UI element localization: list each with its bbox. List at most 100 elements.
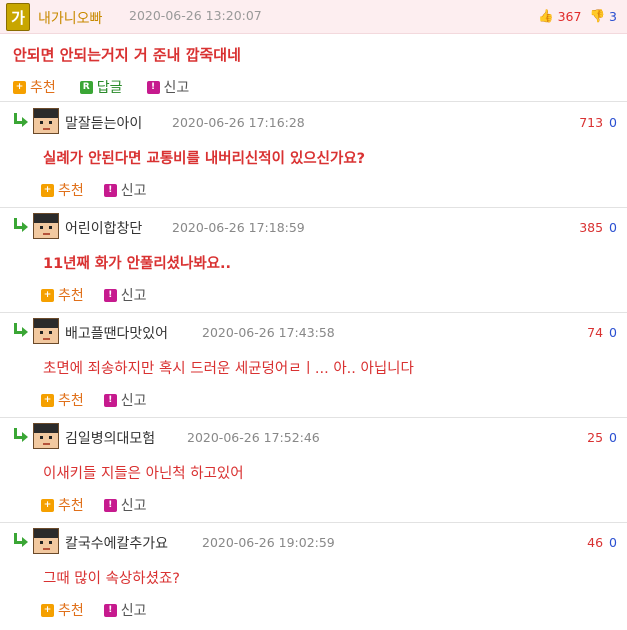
plus-icon: + <box>13 80 26 94</box>
reply-arrow-icon <box>12 428 28 442</box>
reply-upvotes: 713 <box>579 115 604 130</box>
report-button[interactable]: ! 신고 <box>103 495 147 515</box>
reply-label: 답글 <box>96 80 123 96</box>
user-avatar-icon[interactable] <box>33 423 59 449</box>
reply-downvotes: 0 <box>609 535 617 550</box>
reply-arrow-icon <box>12 218 28 232</box>
reply-author[interactable]: 말잘듣는아이 <box>65 113 142 133</box>
post-actions: + 추천 R 답글 ! 신고 <box>13 77 213 97</box>
reply-actions: + 추천 ! 신고 <box>41 285 167 305</box>
recommend-button[interactable]: + 추천 <box>13 77 56 97</box>
divider <box>0 312 627 313</box>
reply-r-icon: R <box>79 80 93 94</box>
reply-actions: + 추천 ! 신고 <box>41 390 167 410</box>
siren-icon: ! <box>146 80 160 94</box>
user-avatar-icon[interactable] <box>33 528 59 554</box>
recommend-label: 추천 <box>58 393 84 409</box>
reply-date: 2020-06-26 19:02:59 <box>202 535 335 550</box>
reply-text: 11년째 화가 안풀리셨나봐요.. <box>43 256 232 272</box>
reply-date: 2020-06-26 17:16:28 <box>172 115 305 130</box>
report-button[interactable]: ! 신고 <box>146 77 190 97</box>
reply-votes: 713 0 <box>579 115 617 130</box>
report-label: 신고 <box>120 183 147 199</box>
user-avatar-icon[interactable] <box>33 108 59 134</box>
user-avatar-icon[interactable] <box>33 213 59 239</box>
downvote-count: 3 <box>609 8 617 24</box>
reply-author[interactable]: 배고플땐다맛있어 <box>65 323 168 343</box>
reply-item: 어린이합창단 2020-06-26 17:18:59 385 0 11년째 화가 … <box>0 210 627 315</box>
reply-votes: 385 0 <box>579 220 617 235</box>
reply-actions: + 추천 ! 신고 <box>41 600 167 620</box>
report-label: 신고 <box>120 393 147 409</box>
divider <box>0 522 627 523</box>
user-avatar-icon[interactable] <box>33 318 59 344</box>
divider <box>0 207 627 208</box>
reply-button[interactable]: R 답글 <box>79 77 123 97</box>
plus-icon: + <box>41 603 54 617</box>
reply-upvotes: 25 <box>587 430 604 445</box>
report-button[interactable]: ! 신고 <box>103 180 147 200</box>
reply-date: 2020-06-26 17:43:58 <box>202 325 335 340</box>
recommend-button[interactable]: + 추천 <box>41 390 84 410</box>
reply-item: 칼국수에칼추가요 2020-06-26 19:02:59 46 0 그때 많이 속… <box>0 525 627 630</box>
reply-text: 그때 많이 속상하셨죠? <box>43 571 180 587</box>
plus-icon: + <box>41 393 54 407</box>
vote-counts: 👍 367 👎 3 <box>538 8 617 24</box>
recommend-button[interactable]: + 추천 <box>41 285 84 305</box>
recommend-label: 추천 <box>30 80 56 96</box>
siren-icon: ! <box>103 288 117 302</box>
reply-item: 말잘듣는아이 2020-06-26 17:16:28 713 0 실례가 안된다면… <box>0 105 627 210</box>
author-avatar[interactable]: 가 <box>6 3 30 31</box>
recommend-label: 추천 <box>58 183 84 199</box>
post-header: 가 내가니오빠 2020-06-26 13:20:07 👍 367 👎 3 <box>0 0 627 34</box>
reply-downvotes: 0 <box>609 325 617 340</box>
author-name[interactable]: 내가니오빠 <box>38 8 102 28</box>
report-label: 신고 <box>120 498 147 514</box>
post-text: 안되면 안되는거지 거 준내 깝죽대네 <box>13 46 241 64</box>
reply-arrow-icon <box>12 533 28 547</box>
report-label: 신고 <box>163 80 190 96</box>
reply-votes: 25 0 <box>587 430 617 445</box>
reply-date: 2020-06-26 17:52:46 <box>187 430 320 445</box>
divider <box>0 101 627 102</box>
plus-icon: + <box>41 183 54 197</box>
reply-upvotes: 46 <box>587 535 604 550</box>
reply-downvotes: 0 <box>609 430 617 445</box>
reply-text: 초면에 죄송하지만 혹시 드러운 세균덩어ㄹㅣ... 아.. 아닙니다 <box>43 361 414 377</box>
reply-arrow-icon <box>12 113 28 127</box>
recommend-button[interactable]: + 추천 <box>41 600 84 620</box>
reply-author[interactable]: 칼국수에칼추가요 <box>65 533 168 553</box>
divider <box>0 417 627 418</box>
reply-actions: + 추천 ! 신고 <box>41 495 167 515</box>
recommend-label: 추천 <box>58 288 84 304</box>
reply-arrow-icon <box>12 323 28 337</box>
siren-icon: ! <box>103 498 117 512</box>
report-button[interactable]: ! 신고 <box>103 390 147 410</box>
plus-icon: + <box>41 498 54 512</box>
recommend-button[interactable]: + 추천 <box>41 180 84 200</box>
thumbs-down-icon[interactable]: 👎 <box>589 8 605 24</box>
reply-actions: + 추천 ! 신고 <box>41 180 167 200</box>
reply-upvotes: 385 <box>579 220 604 235</box>
plus-icon: + <box>41 288 54 302</box>
recommend-button[interactable]: + 추천 <box>41 495 84 515</box>
siren-icon: ! <box>103 603 117 617</box>
report-button[interactable]: ! 신고 <box>103 285 147 305</box>
post-date: 2020-06-26 13:20:07 <box>129 8 262 23</box>
reply-author[interactable]: 김일병의대모험 <box>65 428 155 448</box>
reply-author[interactable]: 어린이합창단 <box>65 218 142 238</box>
reply-votes: 46 0 <box>587 535 617 550</box>
reply-item: 배고플땐다맛있어 2020-06-26 17:43:58 74 0 초면에 죄송하… <box>0 315 627 420</box>
reply-text: 이새키들 지들은 아닌척 하고있어 <box>43 466 244 482</box>
report-label: 신고 <box>120 288 147 304</box>
thumbs-up-icon[interactable]: 👍 <box>538 8 554 24</box>
reply-upvotes: 74 <box>587 325 604 340</box>
recommend-label: 추천 <box>58 498 84 514</box>
recommend-label: 추천 <box>58 603 84 619</box>
reply-downvotes: 0 <box>609 220 617 235</box>
upvote-count: 367 <box>557 8 582 24</box>
siren-icon: ! <box>103 393 117 407</box>
siren-icon: ! <box>103 183 117 197</box>
reply-downvotes: 0 <box>609 115 617 130</box>
report-button[interactable]: ! 신고 <box>103 600 147 620</box>
